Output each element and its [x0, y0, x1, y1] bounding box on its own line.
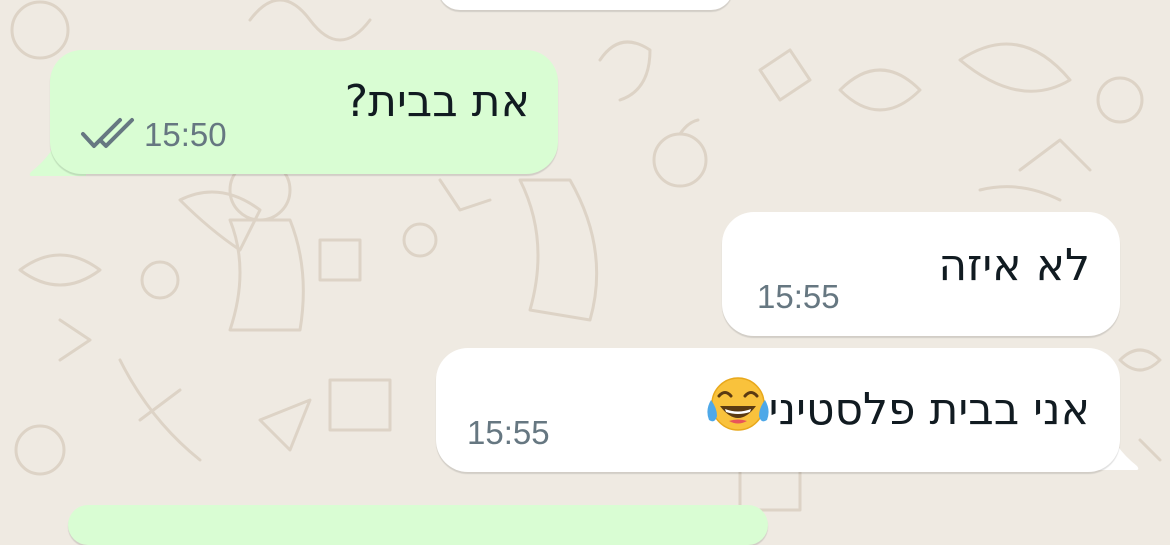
previous-message-bubble[interactable]: [438, 0, 733, 10]
message-text: את בבית?: [344, 76, 530, 127]
message-time: 15:50: [144, 116, 227, 153]
face-with-tears-of-joy-icon: [707, 376, 769, 443]
message-time: 15:55: [757, 278, 840, 315]
message-text: לא איזה: [938, 240, 1090, 291]
message-time: 15:55: [467, 414, 550, 451]
next-message-bubble[interactable]: [68, 505, 768, 545]
read-ticks-icon: [81, 118, 134, 148]
message-text-content: אני בבית פלסטיני: [768, 384, 1090, 435]
message-text: אני בבית פלסטיני: [703, 376, 1090, 443]
